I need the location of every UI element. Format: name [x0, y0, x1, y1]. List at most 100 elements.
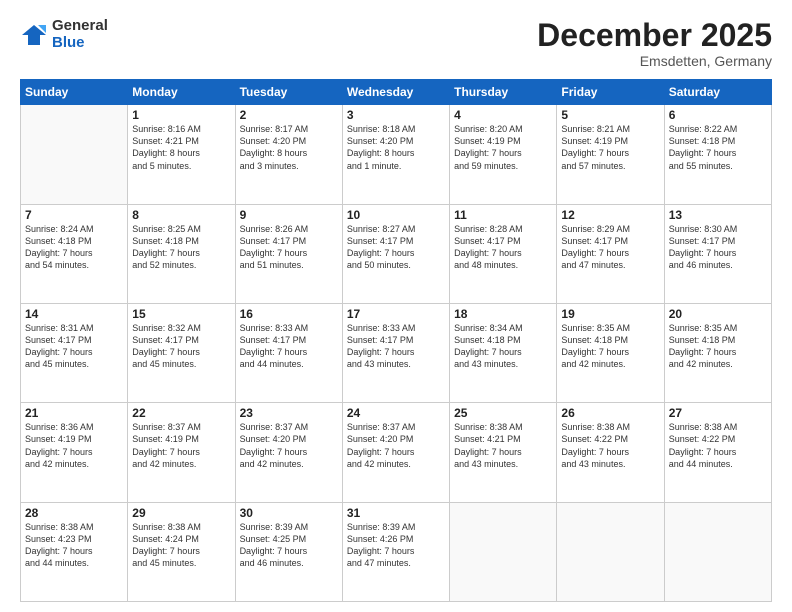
day-number: 3 — [347, 108, 445, 122]
table-cell: 12Sunrise: 8:29 AM Sunset: 4:17 PM Dayli… — [557, 204, 664, 303]
table-cell — [557, 502, 664, 601]
table-cell: 21Sunrise: 8:36 AM Sunset: 4:19 PM Dayli… — [21, 403, 128, 502]
table-cell: 29Sunrise: 8:38 AM Sunset: 4:24 PM Dayli… — [128, 502, 235, 601]
day-info: Sunrise: 8:37 AM Sunset: 4:20 PM Dayligh… — [240, 421, 338, 470]
table-cell: 7Sunrise: 8:24 AM Sunset: 4:18 PM Daylig… — [21, 204, 128, 303]
day-number: 9 — [240, 208, 338, 222]
table-cell: 9Sunrise: 8:26 AM Sunset: 4:17 PM Daylig… — [235, 204, 342, 303]
logo-icon — [20, 21, 48, 49]
day-number: 28 — [25, 506, 123, 520]
table-cell: 19Sunrise: 8:35 AM Sunset: 4:18 PM Dayli… — [557, 303, 664, 402]
day-info: Sunrise: 8:39 AM Sunset: 4:26 PM Dayligh… — [347, 521, 445, 570]
day-number: 24 — [347, 406, 445, 420]
calendar-week-5: 28Sunrise: 8:38 AM Sunset: 4:23 PM Dayli… — [21, 502, 772, 601]
table-cell: 5Sunrise: 8:21 AM Sunset: 4:19 PM Daylig… — [557, 105, 664, 204]
page-header: General Blue December 2025 Emsdetten, Ge… — [20, 18, 772, 69]
day-info: Sunrise: 8:38 AM Sunset: 4:22 PM Dayligh… — [669, 421, 767, 470]
day-info: Sunrise: 8:25 AM Sunset: 4:18 PM Dayligh… — [132, 223, 230, 272]
day-number: 14 — [25, 307, 123, 321]
month-title: December 2025 — [537, 18, 772, 53]
day-number: 27 — [669, 406, 767, 420]
day-info: Sunrise: 8:33 AM Sunset: 4:17 PM Dayligh… — [240, 322, 338, 371]
table-cell: 6Sunrise: 8:22 AM Sunset: 4:18 PM Daylig… — [664, 105, 771, 204]
day-info: Sunrise: 8:34 AM Sunset: 4:18 PM Dayligh… — [454, 322, 552, 371]
day-info: Sunrise: 8:24 AM Sunset: 4:18 PM Dayligh… — [25, 223, 123, 272]
calendar-week-1: 1Sunrise: 8:16 AM Sunset: 4:21 PM Daylig… — [21, 105, 772, 204]
table-cell: 24Sunrise: 8:37 AM Sunset: 4:20 PM Dayli… — [342, 403, 449, 502]
day-number: 5 — [561, 108, 659, 122]
day-info: Sunrise: 8:32 AM Sunset: 4:17 PM Dayligh… — [132, 322, 230, 371]
table-cell: 17Sunrise: 8:33 AM Sunset: 4:17 PM Dayli… — [342, 303, 449, 402]
col-wednesday: Wednesday — [342, 80, 449, 105]
day-number: 26 — [561, 406, 659, 420]
day-number: 16 — [240, 307, 338, 321]
table-cell: 8Sunrise: 8:25 AM Sunset: 4:18 PM Daylig… — [128, 204, 235, 303]
col-monday: Monday — [128, 80, 235, 105]
day-info: Sunrise: 8:20 AM Sunset: 4:19 PM Dayligh… — [454, 123, 552, 172]
table-cell: 30Sunrise: 8:39 AM Sunset: 4:25 PM Dayli… — [235, 502, 342, 601]
table-cell: 20Sunrise: 8:35 AM Sunset: 4:18 PM Dayli… — [664, 303, 771, 402]
table-cell: 3Sunrise: 8:18 AM Sunset: 4:20 PM Daylig… — [342, 105, 449, 204]
day-info: Sunrise: 8:39 AM Sunset: 4:25 PM Dayligh… — [240, 521, 338, 570]
table-cell: 4Sunrise: 8:20 AM Sunset: 4:19 PM Daylig… — [450, 105, 557, 204]
day-info: Sunrise: 8:35 AM Sunset: 4:18 PM Dayligh… — [669, 322, 767, 371]
day-info: Sunrise: 8:38 AM Sunset: 4:24 PM Dayligh… — [132, 521, 230, 570]
day-info: Sunrise: 8:36 AM Sunset: 4:19 PM Dayligh… — [25, 421, 123, 470]
logo: General Blue — [20, 18, 108, 51]
day-info: Sunrise: 8:26 AM Sunset: 4:17 PM Dayligh… — [240, 223, 338, 272]
table-cell — [664, 502, 771, 601]
day-number: 25 — [454, 406, 552, 420]
table-cell — [450, 502, 557, 601]
day-number: 23 — [240, 406, 338, 420]
day-info: Sunrise: 8:38 AM Sunset: 4:21 PM Dayligh… — [454, 421, 552, 470]
day-info: Sunrise: 8:33 AM Sunset: 4:17 PM Dayligh… — [347, 322, 445, 371]
day-number: 13 — [669, 208, 767, 222]
day-info: Sunrise: 8:28 AM Sunset: 4:17 PM Dayligh… — [454, 223, 552, 272]
day-number: 22 — [132, 406, 230, 420]
day-number: 31 — [347, 506, 445, 520]
table-cell: 15Sunrise: 8:32 AM Sunset: 4:17 PM Dayli… — [128, 303, 235, 402]
day-info: Sunrise: 8:18 AM Sunset: 4:20 PM Dayligh… — [347, 123, 445, 172]
table-cell: 2Sunrise: 8:17 AM Sunset: 4:20 PM Daylig… — [235, 105, 342, 204]
logo-general-text: General — [52, 18, 108, 35]
day-number: 4 — [454, 108, 552, 122]
day-number: 7 — [25, 208, 123, 222]
day-number: 2 — [240, 108, 338, 122]
day-info: Sunrise: 8:30 AM Sunset: 4:17 PM Dayligh… — [669, 223, 767, 272]
day-number: 6 — [669, 108, 767, 122]
table-cell: 28Sunrise: 8:38 AM Sunset: 4:23 PM Dayli… — [21, 502, 128, 601]
day-number: 17 — [347, 307, 445, 321]
table-cell: 22Sunrise: 8:37 AM Sunset: 4:19 PM Dayli… — [128, 403, 235, 502]
table-cell: 18Sunrise: 8:34 AM Sunset: 4:18 PM Dayli… — [450, 303, 557, 402]
day-number: 12 — [561, 208, 659, 222]
calendar-week-3: 14Sunrise: 8:31 AM Sunset: 4:17 PM Dayli… — [21, 303, 772, 402]
day-info: Sunrise: 8:27 AM Sunset: 4:17 PM Dayligh… — [347, 223, 445, 272]
table-cell: 27Sunrise: 8:38 AM Sunset: 4:22 PM Dayli… — [664, 403, 771, 502]
day-number: 11 — [454, 208, 552, 222]
day-number: 21 — [25, 406, 123, 420]
day-info: Sunrise: 8:16 AM Sunset: 4:21 PM Dayligh… — [132, 123, 230, 172]
table-cell: 11Sunrise: 8:28 AM Sunset: 4:17 PM Dayli… — [450, 204, 557, 303]
logo-blue-text: Blue — [52, 35, 108, 52]
day-number: 15 — [132, 307, 230, 321]
day-info: Sunrise: 8:29 AM Sunset: 4:17 PM Dayligh… — [561, 223, 659, 272]
table-cell: 14Sunrise: 8:31 AM Sunset: 4:17 PM Dayli… — [21, 303, 128, 402]
col-tuesday: Tuesday — [235, 80, 342, 105]
day-number: 8 — [132, 208, 230, 222]
table-cell: 13Sunrise: 8:30 AM Sunset: 4:17 PM Dayli… — [664, 204, 771, 303]
table-cell: 1Sunrise: 8:16 AM Sunset: 4:21 PM Daylig… — [128, 105, 235, 204]
day-number: 29 — [132, 506, 230, 520]
calendar-week-4: 21Sunrise: 8:36 AM Sunset: 4:19 PM Dayli… — [21, 403, 772, 502]
day-info: Sunrise: 8:17 AM Sunset: 4:20 PM Dayligh… — [240, 123, 338, 172]
table-cell: 25Sunrise: 8:38 AM Sunset: 4:21 PM Dayli… — [450, 403, 557, 502]
calendar-header-row: Sunday Monday Tuesday Wednesday Thursday… — [21, 80, 772, 105]
table-cell: 10Sunrise: 8:27 AM Sunset: 4:17 PM Dayli… — [342, 204, 449, 303]
calendar-week-2: 7Sunrise: 8:24 AM Sunset: 4:18 PM Daylig… — [21, 204, 772, 303]
table-cell: 31Sunrise: 8:39 AM Sunset: 4:26 PM Dayli… — [342, 502, 449, 601]
col-sunday: Sunday — [21, 80, 128, 105]
day-info: Sunrise: 8:22 AM Sunset: 4:18 PM Dayligh… — [669, 123, 767, 172]
day-info: Sunrise: 8:31 AM Sunset: 4:17 PM Dayligh… — [25, 322, 123, 371]
col-friday: Friday — [557, 80, 664, 105]
day-info: Sunrise: 8:38 AM Sunset: 4:22 PM Dayligh… — [561, 421, 659, 470]
day-info: Sunrise: 8:21 AM Sunset: 4:19 PM Dayligh… — [561, 123, 659, 172]
